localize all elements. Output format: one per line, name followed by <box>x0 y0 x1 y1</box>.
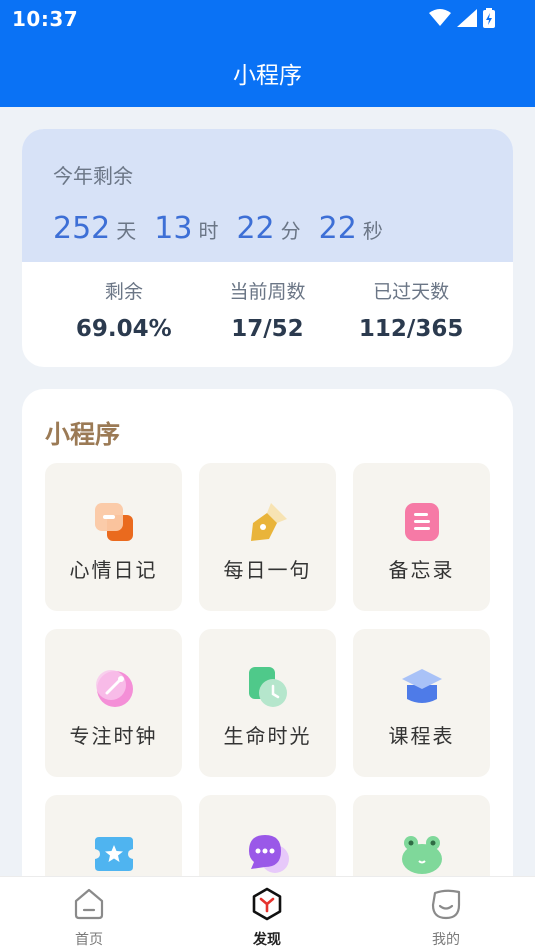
discover-icon <box>252 887 282 921</box>
stat-days-passed: 已过天数 112/365 <box>346 277 476 342</box>
countdown-hours-unit: 时 <box>198 219 219 243</box>
stat-remaining: 剩余 69.04% <box>59 277 189 342</box>
countdown-seconds-unit: 秒 <box>362 219 383 243</box>
chat-bubble-icon <box>249 835 289 873</box>
stat-label: 剩余 <box>104 281 143 303</box>
app-label: 专注时钟 <box>69 724 158 748</box>
year-stats: 剩余 69.04% 当前周数 17/52 已过天数 112/365 <box>22 277 513 342</box>
status-time: 10:37 <box>12 7 79 31</box>
app-tile-timetable[interactable]: 课程表 <box>353 629 490 777</box>
tab-discover[interactable]: 发现 <box>222 887 312 949</box>
focus-clock-icon <box>96 670 133 707</box>
app-label: 每日一句 <box>223 558 312 582</box>
tab-home[interactable]: 首页 <box>44 887 134 949</box>
countdown-values: 252 天 13 时 22 分 22 秒 <box>53 211 401 246</box>
tab-profile[interactable]: 我的 <box>401 887 491 949</box>
countdown-label: 今年剩余 <box>53 164 133 188</box>
countdown-hours: 13 <box>154 211 193 246</box>
home-icon <box>74 888 104 920</box>
countdown-days: 252 <box>53 211 111 246</box>
app-tile-daily-quote[interactable]: 每日一句 <box>199 463 336 611</box>
app-tile-focus-clock[interactable]: 专注时钟 <box>45 629 182 777</box>
app-label: 课程表 <box>388 724 455 748</box>
mini-programs-card: 小程序 心情日记 每日一句 备忘录 专注时钟 生命时光 课程表 <box>22 389 513 909</box>
tab-label: 发现 <box>253 932 281 948</box>
bottom-tab-bar: 首页 发现 我的 <box>0 876 535 951</box>
mood-diary-icon <box>95 503 133 541</box>
year-countdown-card: 今年剩余 252 天 13 时 22 分 22 秒 剩余 69.04% 当前周数… <box>22 129 513 367</box>
stat-value: 112/365 <box>358 316 464 342</box>
app-tile-memo[interactable]: 备忘录 <box>353 463 490 611</box>
section-title: 小程序 <box>45 420 121 449</box>
app-tile-mood-diary[interactable]: 心情日记 <box>45 463 182 611</box>
countdown-panel: 今年剩余 252 天 13 时 22 分 22 秒 <box>22 129 513 262</box>
pen-icon <box>251 503 287 541</box>
profile-icon <box>431 889 461 920</box>
wifi-icon <box>429 9 451 26</box>
signal-icon <box>457 9 477 27</box>
countdown-days-unit: 天 <box>116 219 137 243</box>
ticket-icon <box>95 837 133 871</box>
stat-label: 当前周数 <box>229 281 306 303</box>
status-bar: 10:37 <box>0 0 535 36</box>
top-app-bar: 10:37 小程序 <box>0 0 535 107</box>
tab-label: 我的 <box>432 932 460 948</box>
life-time-icon <box>249 667 287 707</box>
countdown-seconds: 22 <box>318 211 357 246</box>
status-icons <box>429 8 495 28</box>
app-tile-life-time[interactable]: 生命时光 <box>199 629 336 777</box>
countdown-minutes: 22 <box>236 211 275 246</box>
app-label: 备忘录 <box>388 558 455 582</box>
frog-icon <box>402 836 442 874</box>
battery-icon <box>483 8 495 28</box>
app-label: 生命时光 <box>223 724 312 748</box>
stat-current-week: 当前周数 17/52 <box>202 277 332 342</box>
stat-label: 已过天数 <box>373 281 450 303</box>
app-label: 心情日记 <box>69 558 158 582</box>
graduation-cap-icon <box>402 669 442 703</box>
stat-value: 69.04% <box>75 316 172 342</box>
memo-icon <box>405 503 439 541</box>
page-title: 小程序 <box>233 63 302 89</box>
countdown-minutes-unit: 分 <box>280 219 301 243</box>
stat-value: 17/52 <box>231 316 304 342</box>
tab-label: 首页 <box>75 932 103 948</box>
